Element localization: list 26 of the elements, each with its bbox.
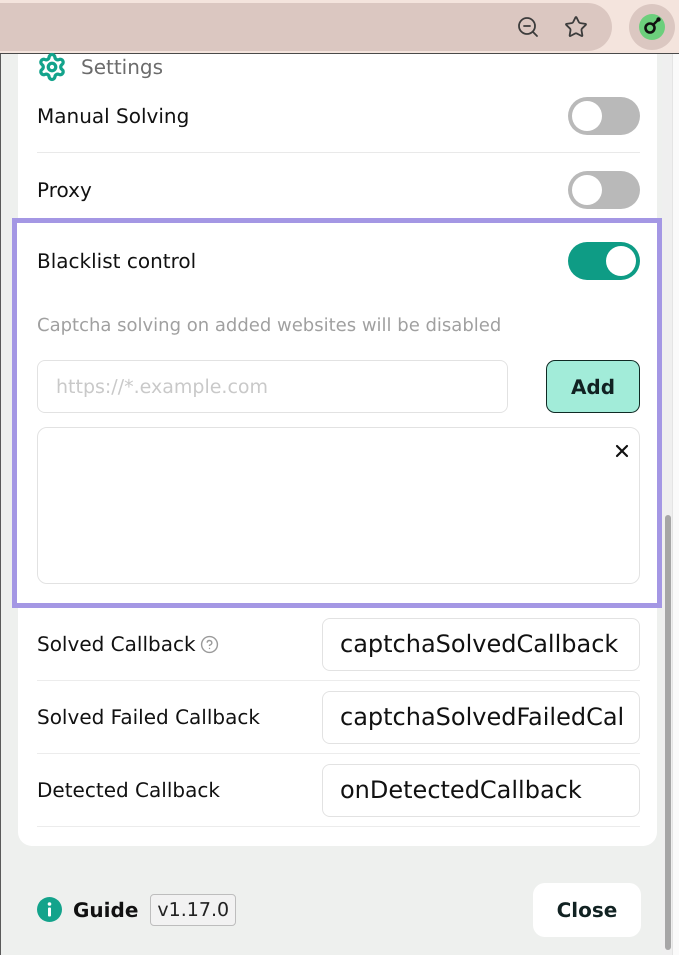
extension-button[interactable]: [629, 4, 675, 50]
scrollbar-thumb[interactable]: [665, 515, 671, 950]
section-title: Settings: [81, 55, 164, 79]
callback-input[interactable]: onDetectedCallback: [322, 764, 640, 816]
version-badge: v1.17.0: [150, 894, 236, 926]
toggle-switch[interactable]: [568, 242, 640, 280]
callback-input[interactable]: captchaSolvedFailedCal: [322, 690, 640, 744]
callback-label: Solved Failed Callback: [37, 705, 260, 729]
info-icon: [37, 897, 62, 922]
setting-label: Proxy: [37, 178, 92, 202]
settings-icon: [37, 52, 67, 82]
setting-label: Blacklist control: [37, 248, 196, 272]
guide-link[interactable]: Guide: [73, 898, 138, 922]
zoom-out-icon[interactable]: [516, 14, 540, 38]
close-button[interactable]: Close: [533, 882, 641, 936]
toggle-switch[interactable]: [568, 170, 640, 208]
help-icon[interactable]: [200, 634, 219, 654]
toggle-switch[interactable]: [568, 97, 640, 135]
star-icon[interactable]: [564, 14, 588, 38]
callback-label: Solved Callback: [37, 632, 196, 656]
extension-icon: [639, 14, 665, 40]
setting-description: Captcha solving on added websites will be disabled: [37, 314, 502, 338]
setting-label: Manual Solving: [37, 104, 190, 128]
callback-label: Detected Callback: [37, 778, 220, 802]
add-button[interactable]: Add: [546, 360, 640, 413]
callback-input[interactable]: captchaSolvedCallback: [322, 618, 640, 670]
